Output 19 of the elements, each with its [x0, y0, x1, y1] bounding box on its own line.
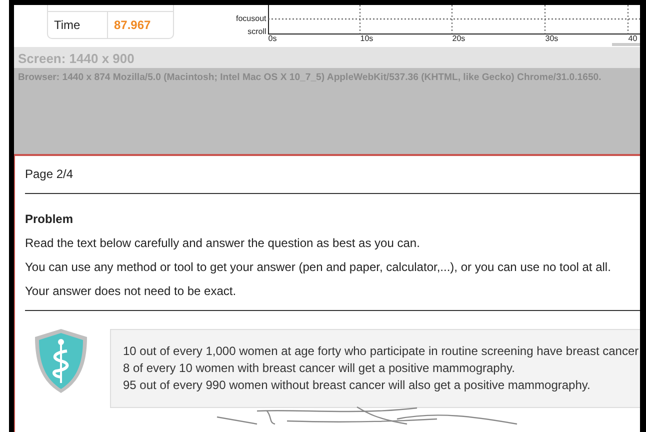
event-label: scroll — [248, 26, 266, 37]
stat-label: Time — [48, 12, 108, 38]
instruction-text: Read the text below carefully and answer the question as best as you can. — [25, 236, 421, 250]
instruction-text: Your answer does not need to be exact. — [25, 284, 238, 298]
tick-label: 40 — [628, 34, 638, 44]
page-indicator: Page 2/4 — [25, 167, 74, 183]
fact-text: 95 out of every 990 women without breast cancer will also get a positive mammography. — [123, 377, 592, 394]
tick-label: 20s — [452, 34, 466, 44]
medical-shield-icon — [32, 327, 90, 395]
stat-value: 87.967 — [113, 18, 151, 32]
problem-heading: Problem — [25, 212, 74, 226]
tick-label: 0s — [268, 34, 277, 44]
instruction-text: You can use any method or tool to get your answer (pen and paper, calculator,...), or you can use no tool at all. — [25, 260, 612, 274]
fact-text: 8 of every 10 women with breast cancer will get a positive mammography. — [123, 360, 516, 377]
fact-text: 10 out of every 1,000 women at age forty who participate in routine screening have breast cancer — [123, 343, 640, 360]
screen-size: Screen: 1440 x 900 — [14, 47, 640, 68]
tick-label: 10s — [360, 34, 374, 44]
tick-label: 30s — [545, 34, 558, 44]
event-label: focusout — [236, 13, 266, 24]
